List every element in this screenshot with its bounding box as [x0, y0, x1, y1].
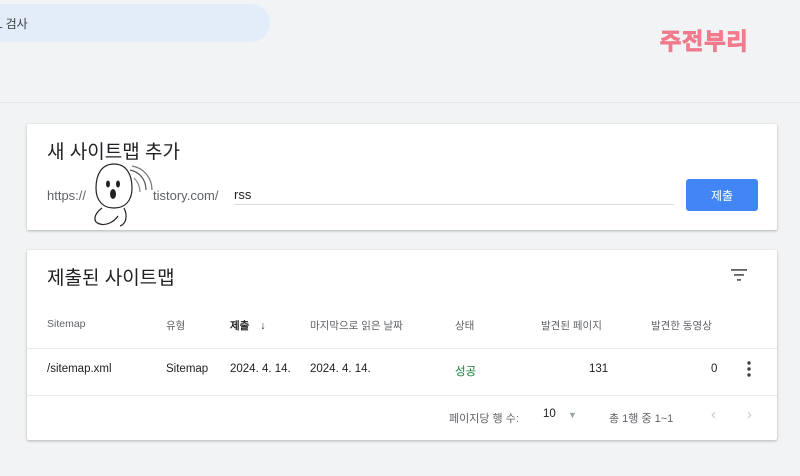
submit-button[interactable]: 제출: [686, 179, 758, 211]
top-bar: L 검사 주전부리: [0, 0, 800, 103]
sitemap-url-input[interactable]: [234, 184, 674, 205]
url-domain: tistory.com/: [153, 188, 219, 203]
rows-per-page-select[interactable]: 10: [543, 408, 556, 420]
cell-sitemap: /sitemap.xml: [47, 363, 112, 375]
cell-status: 성공: [455, 366, 477, 378]
filter-list-icon[interactable]: [729, 267, 749, 283]
cell-pages: 131: [589, 363, 609, 375]
column-header-status[interactable]: 상태: [455, 318, 474, 333]
column-header-type[interactable]: 유형: [166, 318, 185, 333]
cell-submitted: 2024. 4. 14.: [230, 363, 291, 375]
pagination-range: 총 1행 중 1~1: [609, 413, 674, 425]
column-header-videos[interactable]: 발견한 동영상: [651, 318, 712, 333]
table-row[interactable]: /sitemap.xml Sitemap 2024. 4. 14. 2024. …: [27, 348, 777, 396]
submitted-sitemaps-card: 제출된 사이트맵 Sitemap 유형 제출 ↓ 마지막으로 읽은 날짜 상태 …: [27, 250, 777, 440]
dropdown-caret-icon[interactable]: ▼: [568, 410, 577, 420]
sort-arrow-icon: ↓: [260, 320, 266, 332]
column-header-last-read[interactable]: 마지막으로 읽은 날짜: [310, 318, 403, 333]
search-label: L 검사: [0, 16, 28, 31]
cell-last-read: 2024. 4. 14.: [310, 363, 371, 375]
chevron-right-icon[interactable]: ›: [747, 406, 752, 423]
sticker-character: [94, 163, 153, 227]
submitted-sitemaps-title: 제출된 사이트맵: [47, 268, 175, 289]
cell-type: Sitemap: [166, 363, 209, 375]
watermark-text: 주전부리: [660, 28, 749, 55]
chevron-left-icon[interactable]: ‹: [711, 406, 716, 423]
column-header-submitted-label: 제출: [230, 320, 250, 332]
column-header-submitted[interactable]: 제출 ↓: [230, 318, 266, 333]
column-header-sitemap[interactable]: Sitemap: [47, 318, 86, 330]
rows-per-page-label: 페이지당 행 수:: [449, 413, 519, 425]
cell-videos: 0: [711, 363, 718, 375]
search-bar[interactable]: L 검사: [0, 4, 270, 42]
column-header-pages[interactable]: 발견된 페이지: [541, 318, 602, 333]
more-vert-icon[interactable]: [745, 360, 753, 378]
